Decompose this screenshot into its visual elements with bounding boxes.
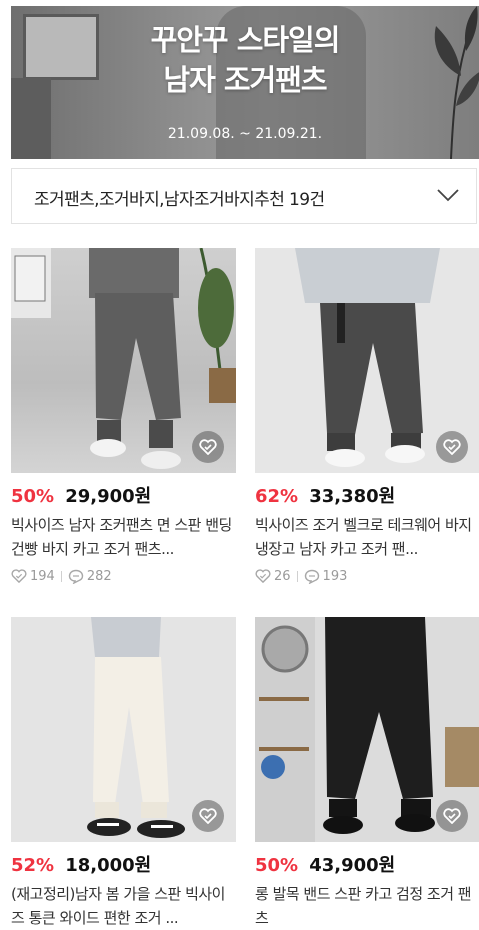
product-image[interactable] (11, 248, 236, 473)
discount-rate: 52% (11, 855, 55, 876)
heart-icon (255, 569, 271, 583)
heart-icon (199, 439, 217, 455)
price-row: 50% 43,900원 (255, 854, 479, 878)
sale-price: 18,000원 (65, 855, 152, 876)
discount-rate: 62% (255, 486, 299, 507)
price-row: 52% 18,000원 (11, 854, 236, 878)
promo-banner[interactable]: 꾸안꾸 스타일의 남자 조거팬츠 21.09.08. ~ 21.09.21. (11, 6, 479, 159)
banner-title-line2: 남자 조거팬츠 (163, 63, 327, 97)
banner-date-range: 21.09.08. ~ 21.09.21. (167, 126, 323, 142)
wishlist-heart-button[interactable] (436, 431, 468, 463)
product-card[interactable]: 52% 18,000원 (재고정리)남자 봄 가을 스판 빅사이즈 통큰 와이드… (11, 617, 236, 930)
price-row: 50% 29,900원 (11, 485, 236, 509)
comment-icon (68, 569, 84, 584)
price-row: 62% 33,380원 (255, 485, 479, 509)
sale-price: 43,900원 (309, 855, 396, 876)
wishlist-heart-button[interactable] (436, 800, 468, 832)
stats-divider (296, 570, 298, 582)
product-card[interactable]: 50% 43,900원 롱 발목 밴드 스판 카고 검정 조거 팬츠 (255, 617, 479, 930)
product-stats: 194 282 (11, 567, 236, 585)
wishlist-heart-button[interactable] (192, 800, 224, 832)
chevron-down-icon[interactable] (436, 187, 460, 203)
banner-title: 꾸안꾸 스타일의 남자 조거팬츠 (11, 20, 479, 100)
review-count: 282 (86, 568, 112, 584)
product-stats: 26 193 (255, 567, 479, 585)
product-title[interactable]: 롱 발목 밴드 스판 카고 검정 조거 팬츠 (255, 882, 479, 930)
product-image[interactable] (255, 617, 479, 842)
product-title[interactable]: 빅사이즈 남자 조커팬츠 면 스판 밴딩 건빵 바지 카고 조거 팬츠... (11, 513, 236, 561)
like-count: 194 (30, 568, 55, 584)
filter-label: 조거팬츠,조거바지,남자조거바지추천 19건 (34, 190, 325, 210)
product-image[interactable] (11, 617, 236, 842)
heart-icon (199, 808, 217, 824)
sale-price: 33,380원 (309, 486, 396, 507)
sale-price: 29,900원 (65, 486, 152, 507)
product-title[interactable]: 빅사이즈 조거 벨크로 테크웨어 바지 냉장고 남자 카고 조커 팬... (255, 513, 479, 561)
stats-divider (60, 570, 62, 582)
like-count: 26 (274, 568, 291, 584)
heart-icon (443, 808, 461, 824)
wishlist-heart-button[interactable] (192, 431, 224, 463)
comment-icon (304, 569, 319, 584)
discount-rate: 50% (255, 855, 299, 876)
discount-rate: 50% (11, 486, 55, 507)
product-image[interactable] (255, 248, 479, 473)
banner-title-line1: 꾸안꾸 스타일의 (150, 23, 341, 57)
product-card[interactable]: 62% 33,380원 빅사이즈 조거 벨크로 테크웨어 바지 냉장고 남자 카… (255, 248, 479, 585)
product-title[interactable]: (재고정리)남자 봄 가을 스판 빅사이즈 통큰 와이드 편한 조거 ... (11, 882, 236, 930)
heart-icon (11, 569, 27, 583)
filter-dropdown[interactable]: 조거팬츠,조거바지,남자조거바지추천 19건 (11, 168, 477, 224)
heart-icon (443, 439, 461, 455)
review-count: 193 (322, 568, 348, 584)
product-card[interactable]: 50% 29,900원 빅사이즈 남자 조커팬츠 면 스판 밴딩 건빵 바지 카… (11, 248, 236, 585)
